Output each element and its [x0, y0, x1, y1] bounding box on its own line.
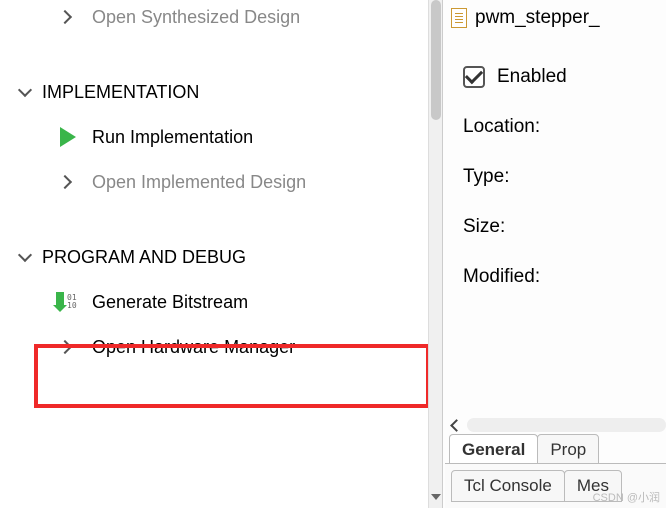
tab-tcl-console[interactable]: Tcl Console — [451, 470, 565, 502]
chevron-down-icon — [18, 250, 32, 264]
open-synthesized-design-label: Open Synthesized Design — [92, 7, 300, 28]
run-implementation-item[interactable]: Run Implementation — [0, 122, 442, 152]
size-property-row: Size: — [463, 202, 666, 252]
scroll-left-arrow-icon[interactable] — [449, 418, 461, 432]
horizontal-scrollbar[interactable] — [449, 416, 666, 434]
scrollbar-down-arrow-icon[interactable] — [431, 494, 441, 504]
open-implemented-design-item[interactable]: Open Implemented Design — [0, 167, 442, 197]
location-label: Location: — [463, 116, 540, 138]
tab-tcl-console-label: Tcl Console — [464, 476, 552, 495]
modified-label: Modified: — [463, 266, 540, 288]
scroll-track[interactable] — [467, 418, 666, 432]
properties-tabs: General Prop — [449, 434, 598, 466]
implementation-header-label: IMPLEMENTATION — [42, 82, 199, 103]
play-icon — [60, 127, 76, 147]
source-file-icon — [451, 8, 467, 28]
chevron-right-icon — [60, 340, 74, 354]
open-implemented-design-label: Open Implemented Design — [92, 172, 306, 193]
location-property-row: Location: — [463, 102, 666, 152]
implementation-section-header[interactable]: IMPLEMENTATION — [0, 77, 442, 107]
tab-properties-label: Prop — [550, 440, 586, 459]
chevron-down-icon — [18, 85, 32, 99]
enabled-property-row: Enabled — [463, 52, 666, 102]
program-debug-section-header[interactable]: PROGRAM AND DEBUG — [0, 242, 442, 272]
open-synthesized-design-item[interactable]: Open Synthesized Design — [0, 2, 442, 32]
tab-general-label: General — [462, 440, 525, 459]
generate-bitstream-item[interactable]: 0110 Generate Bitstream — [0, 287, 442, 317]
vertical-scrollbar[interactable] — [428, 0, 442, 508]
generate-bitstream-label: Generate Bitstream — [92, 292, 248, 313]
enabled-checkbox[interactable] — [463, 66, 485, 88]
flow-navigator-panel: Open Synthesized Design IMPLEMENTATION R… — [0, 0, 442, 508]
type-label: Type: — [463, 166, 509, 188]
tab-general[interactable]: General — [449, 434, 538, 466]
open-hardware-manager-label: Open Hardware Manager — [92, 337, 295, 358]
program-debug-header-label: PROGRAM AND DEBUG — [42, 247, 246, 268]
properties-panel: pwm_stepper_ Enabled Location: Type: Siz… — [442, 0, 666, 508]
chevron-right-icon — [60, 175, 74, 189]
chevron-right-icon — [60, 10, 74, 24]
run-implementation-label: Run Implementation — [92, 127, 253, 148]
scrollbar-thumb[interactable] — [431, 0, 441, 120]
type-property-row: Type: — [463, 152, 666, 202]
bitstream-download-icon: 0110 — [56, 292, 76, 312]
modified-property-row: Modified: — [463, 252, 666, 302]
file-name-label: pwm_stepper_ — [475, 7, 600, 29]
open-hardware-manager-item[interactable]: Open Hardware Manager — [0, 332, 442, 362]
file-header-row[interactable]: pwm_stepper_ — [451, 4, 666, 32]
size-label: Size: — [463, 216, 505, 238]
watermark-text: CSDN @小润 — [593, 489, 660, 505]
enabled-label: Enabled — [497, 66, 567, 88]
tab-properties[interactable]: Prop — [537, 434, 599, 466]
